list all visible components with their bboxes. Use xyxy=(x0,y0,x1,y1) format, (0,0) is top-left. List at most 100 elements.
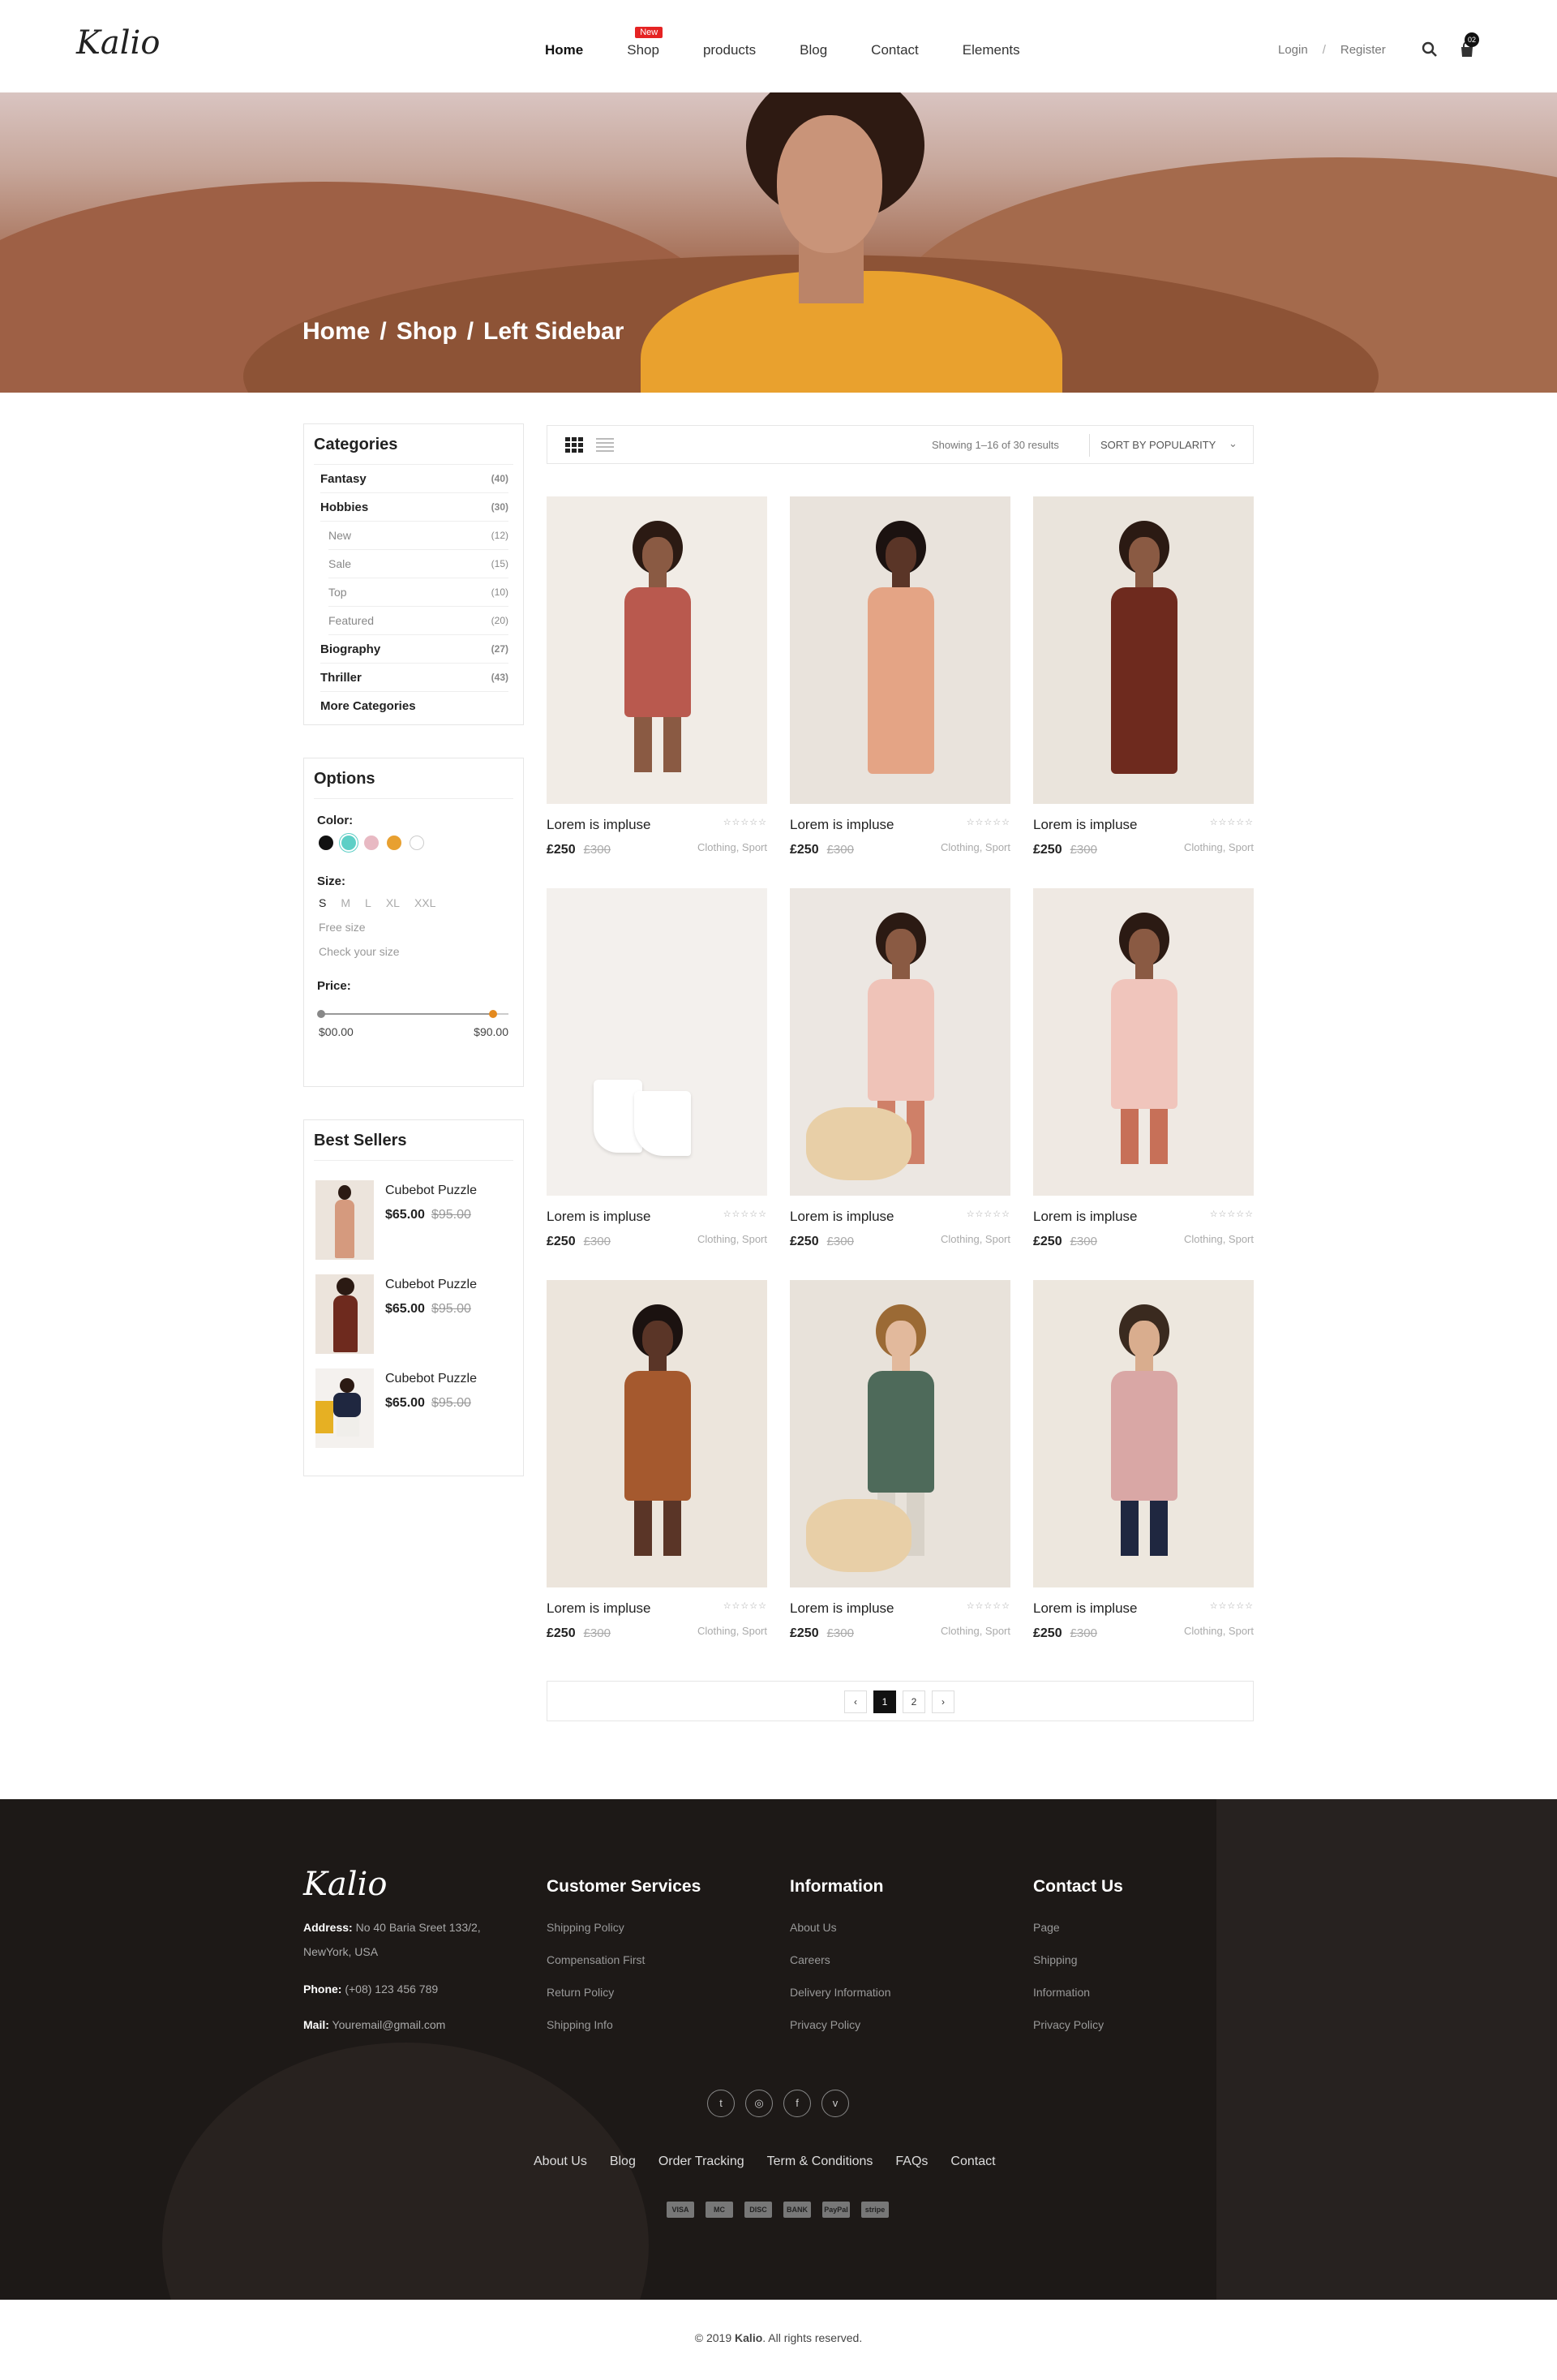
vimeo-icon[interactable]: v xyxy=(821,2090,849,2117)
product-tags[interactable]: Clothing, Sport xyxy=(697,1625,767,1637)
pagination-next[interactable]: › xyxy=(932,1690,954,1713)
search-icon[interactable] xyxy=(1421,41,1439,58)
footer-link[interactable]: Privacy Policy xyxy=(790,2018,860,2031)
category-item[interactable]: Thriller (43) xyxy=(320,664,508,692)
footer-bottom-link[interactable]: Contact xyxy=(950,2154,995,2169)
category-item[interactable]: Fantasy (40) xyxy=(320,465,508,493)
size-option[interactable]: XL xyxy=(386,896,400,909)
best-seller-thumbnail[interactable] xyxy=(315,1180,374,1260)
best-seller-item[interactable]: Cubebot Puzzle $65.00 $95.00 xyxy=(315,1274,523,1354)
product-tags[interactable]: Clothing, Sport xyxy=(697,1233,767,1245)
product-card[interactable]: Lorem is impluse ☆☆☆☆☆ £250 £300 Clothing, S… xyxy=(547,888,767,1249)
product-image[interactable] xyxy=(790,888,1010,1196)
free-size-link[interactable]: Free size xyxy=(319,921,523,934)
price-slider-min-handle[interactable] xyxy=(317,1010,325,1018)
mail-value[interactable]: Youremail@gmail.com xyxy=(332,2018,446,2031)
color-swatch[interactable] xyxy=(410,836,424,850)
footer-bottom-link[interactable]: FAQs xyxy=(895,2154,928,2169)
product-image[interactable] xyxy=(547,496,767,804)
best-seller-item[interactable]: Cubebot Puzzle $65.00 $95.00 xyxy=(315,1368,523,1448)
footer-bottom-link[interactable]: Blog xyxy=(610,2154,636,2169)
footer-link[interactable]: Careers xyxy=(790,1953,830,1966)
dribbble-icon[interactable]: ◎ xyxy=(745,2090,773,2117)
price-slider[interactable] xyxy=(317,1006,508,1022)
facebook-icon[interactable]: f xyxy=(783,2090,811,2117)
color-swatch[interactable] xyxy=(387,836,401,850)
product-tags[interactable]: Clothing, Sport xyxy=(1184,1625,1254,1637)
footer-link[interactable]: Compensation First xyxy=(547,1953,645,1966)
subcategory-item[interactable]: Sale (15) xyxy=(328,550,508,578)
footer-link[interactable]: Privacy Policy xyxy=(1033,2018,1104,2031)
list-view-icon[interactable] xyxy=(596,437,614,453)
footer-logo[interactable]: Kalio xyxy=(303,1866,387,1903)
product-card[interactable]: Lorem is impluse ☆☆☆☆☆ £250 £300 Clothing, S… xyxy=(1033,888,1254,1249)
product-card[interactable]: Lorem is impluse ☆☆☆☆☆ £250 £300 Clothing, S… xyxy=(1033,496,1254,857)
chevron-down-icon[interactable]: ⌄ xyxy=(1229,437,1237,450)
product-card[interactable]: Lorem is impluse ☆☆☆☆☆ £250 £300 Clothing, S… xyxy=(1033,1280,1254,1641)
footer-link[interactable]: Information xyxy=(1033,1986,1090,1999)
footer-bottom-link[interactable]: About Us xyxy=(534,2154,587,2169)
product-image[interactable] xyxy=(1033,1280,1254,1587)
product-image[interactable] xyxy=(1033,888,1254,1196)
breadcrumb-home[interactable]: Home xyxy=(302,318,370,346)
pagination-prev[interactable]: ‹ xyxy=(844,1690,867,1713)
footer-link[interactable]: Shipping Policy xyxy=(547,1921,624,1934)
footer-link[interactable]: Page xyxy=(1033,1921,1060,1934)
nav-shop[interactable]: New Shop xyxy=(627,27,663,58)
login-link[interactable]: Login xyxy=(1278,43,1308,57)
subcategory-item[interactable]: Featured (20) xyxy=(328,607,508,635)
product-tags[interactable]: Clothing, Sport xyxy=(697,841,767,853)
size-option[interactable]: S xyxy=(319,896,326,909)
product-card[interactable]: Lorem is impluse ☆☆☆☆☆ £250 £300 Clothing, S… xyxy=(547,1280,767,1641)
color-swatch[interactable] xyxy=(341,836,356,850)
product-image[interactable] xyxy=(1033,496,1254,804)
size-option[interactable]: XXL xyxy=(414,896,435,909)
footer-link[interactable]: Shipping Info xyxy=(547,2018,613,2031)
nav-blog[interactable]: Blog xyxy=(800,42,827,58)
footer-link[interactable]: Delivery Information xyxy=(790,1986,891,1999)
best-seller-name[interactable]: Cubebot Puzzle xyxy=(385,1278,477,1292)
footer-bottom-link[interactable]: Term & Conditions xyxy=(767,2154,873,2169)
register-link[interactable]: Register xyxy=(1340,43,1386,57)
footer-link[interactable]: Return Policy xyxy=(547,1986,614,1999)
more-categories-link[interactable]: More Categories xyxy=(320,692,508,720)
product-tags[interactable]: Clothing, Sport xyxy=(941,1233,1010,1245)
pagination-page-2[interactable]: 2 xyxy=(903,1690,925,1713)
best-seller-name[interactable]: Cubebot Puzzle xyxy=(385,1372,477,1386)
product-image[interactable] xyxy=(547,1280,767,1587)
product-card[interactable]: Lorem is impluse ☆☆☆☆☆ £250 £300 Clothing, S… xyxy=(790,496,1010,857)
product-tags[interactable]: Clothing, Sport xyxy=(941,841,1010,853)
breadcrumb-shop[interactable]: Shop xyxy=(397,318,457,346)
color-swatch[interactable] xyxy=(364,836,379,850)
product-tags[interactable]: Clothing, Sport xyxy=(1184,841,1254,853)
check-size-link[interactable]: Check your size xyxy=(319,945,523,958)
footer-link[interactable]: Shipping xyxy=(1033,1953,1078,1966)
nav-products[interactable]: products xyxy=(703,42,756,58)
best-seller-name[interactable]: Cubebot Puzzle xyxy=(385,1184,477,1198)
size-option[interactable]: L xyxy=(365,896,371,909)
footer-link[interactable]: About Us xyxy=(790,1921,837,1934)
product-image[interactable] xyxy=(790,1280,1010,1587)
product-image[interactable] xyxy=(790,496,1010,804)
product-card[interactable]: Lorem is impluse ☆☆☆☆☆ £250 £300 Clothing, S… xyxy=(547,496,767,857)
product-card[interactable]: Lorem is impluse ☆☆☆☆☆ £250 £300 Clothing, S… xyxy=(790,1280,1010,1641)
best-seller-thumbnail[interactable] xyxy=(315,1274,374,1354)
twitter-icon[interactable]: t xyxy=(707,2090,735,2117)
nav-contact[interactable]: Contact xyxy=(871,42,919,58)
product-tags[interactable]: Clothing, Sport xyxy=(941,1625,1010,1637)
product-image[interactable] xyxy=(547,888,767,1196)
copyright-brand[interactable]: Kalio xyxy=(735,2331,762,2344)
nav-elements[interactable]: Elements xyxy=(963,42,1020,58)
pagination-page-1[interactable]: 1 xyxy=(873,1690,896,1713)
subcategory-item[interactable]: New (12) xyxy=(328,522,508,550)
product-tags[interactable]: Clothing, Sport xyxy=(1184,1233,1254,1245)
price-slider-max-handle[interactable] xyxy=(489,1010,498,1018)
nav-home[interactable]: Home xyxy=(545,42,583,58)
best-seller-thumbnail[interactable] xyxy=(315,1368,374,1448)
site-logo[interactable]: Kalio xyxy=(76,24,160,62)
subcategory-item[interactable]: Top (10) xyxy=(328,578,508,607)
sort-select[interactable]: Sort by popularity xyxy=(1100,439,1216,451)
color-swatch[interactable] xyxy=(319,836,333,850)
category-item[interactable]: Hobbies (30) xyxy=(320,493,508,522)
size-option[interactable]: M xyxy=(341,896,350,909)
